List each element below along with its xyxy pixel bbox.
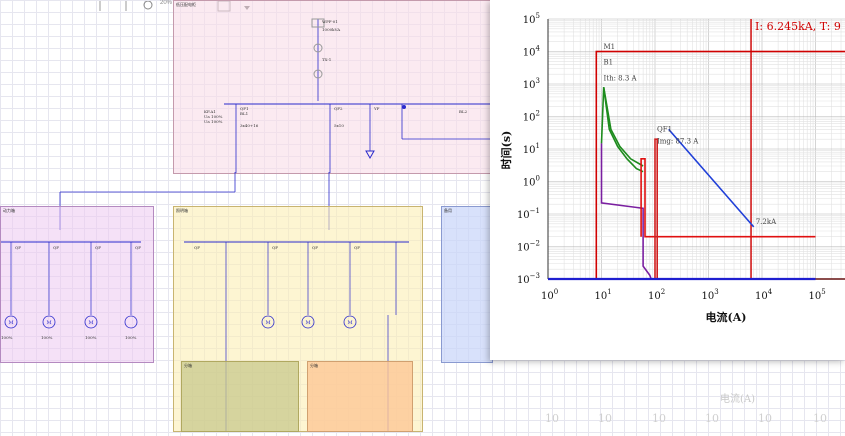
svg-text:10: 10 [758, 412, 772, 425]
y-tick-label: 105 [523, 12, 540, 26]
spare-panel[interactable]: 备用 [441, 206, 493, 363]
svg-text:QF: QF [15, 245, 21, 250]
background-axis: 电流(A) 10 10 10 10 10 10 [500, 388, 845, 430]
time-current-chart-window[interactable]: M1 B1 Ith: 8.3 A QF1 Img: 87.3 A 7.2kA 105 104 1… [490, 0, 845, 360]
y-tick-label: 100 [523, 175, 540, 189]
svg-text:100%: 100% [41, 335, 53, 340]
svg-text:M: M [46, 320, 51, 326]
svg-text:QF: QF [354, 245, 360, 250]
svg-text:M: M [88, 320, 93, 326]
y-tick-label: 10−2 [517, 240, 540, 254]
svg-text:M: M [347, 320, 352, 326]
svg-text:QF: QF [135, 245, 141, 250]
y-tick-label: 10−1 [517, 207, 540, 221]
svg-text:10: 10 [813, 412, 827, 425]
annotation-label: Ith: 8.3 A [604, 74, 638, 82]
y-tick-label: 10−3 [517, 272, 540, 286]
x-tick-label: 101 [595, 288, 612, 302]
feeder-lines [59, 172, 330, 230]
annotation-label: 7.2kA [756, 218, 777, 226]
svg-text:10: 10 [545, 412, 559, 425]
panel-title: 分箱 [310, 363, 318, 368]
svg-text:100%: 100% [125, 335, 137, 340]
x-tick-label: 102 [648, 288, 665, 302]
y-axis-title: 时间(s) [499, 131, 513, 170]
svg-text:M: M [8, 320, 13, 326]
x-tick-label: 105 [809, 288, 826, 302]
power-box-drawing: M M M QF QF QF QF 100% 100% 100% 100% [1, 241, 141, 340]
x-axis-title: 电流(A) [706, 310, 747, 324]
x-tick-label: 103 [702, 288, 719, 302]
svg-text:M: M [305, 320, 310, 326]
svg-text:10: 10 [652, 412, 666, 425]
svg-text:QF: QF [194, 245, 200, 250]
svg-text:QF: QF [312, 245, 318, 250]
panel-title: 备用 [444, 208, 452, 213]
background-axis-ticks: 10 10 10 10 10 10 [545, 412, 827, 425]
panel-title: 照明箱 [176, 208, 188, 213]
annotation-label: QF1 [657, 125, 672, 133]
y-tick-label: 101 [523, 142, 540, 156]
time-current-chart[interactable]: M1 B1 Ith: 8.3 A QF1 Img: 87.3 A 7.2kA 105 104 1… [490, 0, 845, 360]
power-box-panel[interactable]: 动力箱 M M M QF QF QF QF 100% 100% 100% 100% [0, 206, 154, 363]
svg-text:10: 10 [598, 412, 612, 425]
sub-panel-orange[interactable]: 分箱 [307, 361, 413, 432]
annotation-label: M1 [604, 43, 616, 51]
annotation-label: B1 [604, 58, 614, 66]
svg-text:100%: 100% [1, 335, 13, 340]
cursor-readout: I: 6.245kA, T: 9 [755, 20, 841, 33]
svg-text:10: 10 [705, 412, 719, 425]
annotation-label: Img: 87.3 A [657, 137, 699, 145]
svg-text:100%: 100% [85, 335, 97, 340]
svg-text:QF: QF [95, 245, 101, 250]
panel-title: 分箱 [184, 363, 192, 368]
y-tick-label: 104 [523, 45, 541, 59]
x-tick-label: 100 [541, 288, 558, 302]
x-tick-label: 104 [755, 288, 773, 302]
panel-title: 动力箱 [3, 208, 15, 213]
sub-panel-green[interactable]: 分箱 [181, 361, 299, 432]
y-tick-label: 102 [523, 110, 540, 124]
svg-text:QF: QF [53, 245, 59, 250]
svg-text:QF: QF [272, 245, 278, 250]
y-tick-label: 103 [523, 77, 540, 91]
svg-text:M: M [265, 320, 270, 326]
